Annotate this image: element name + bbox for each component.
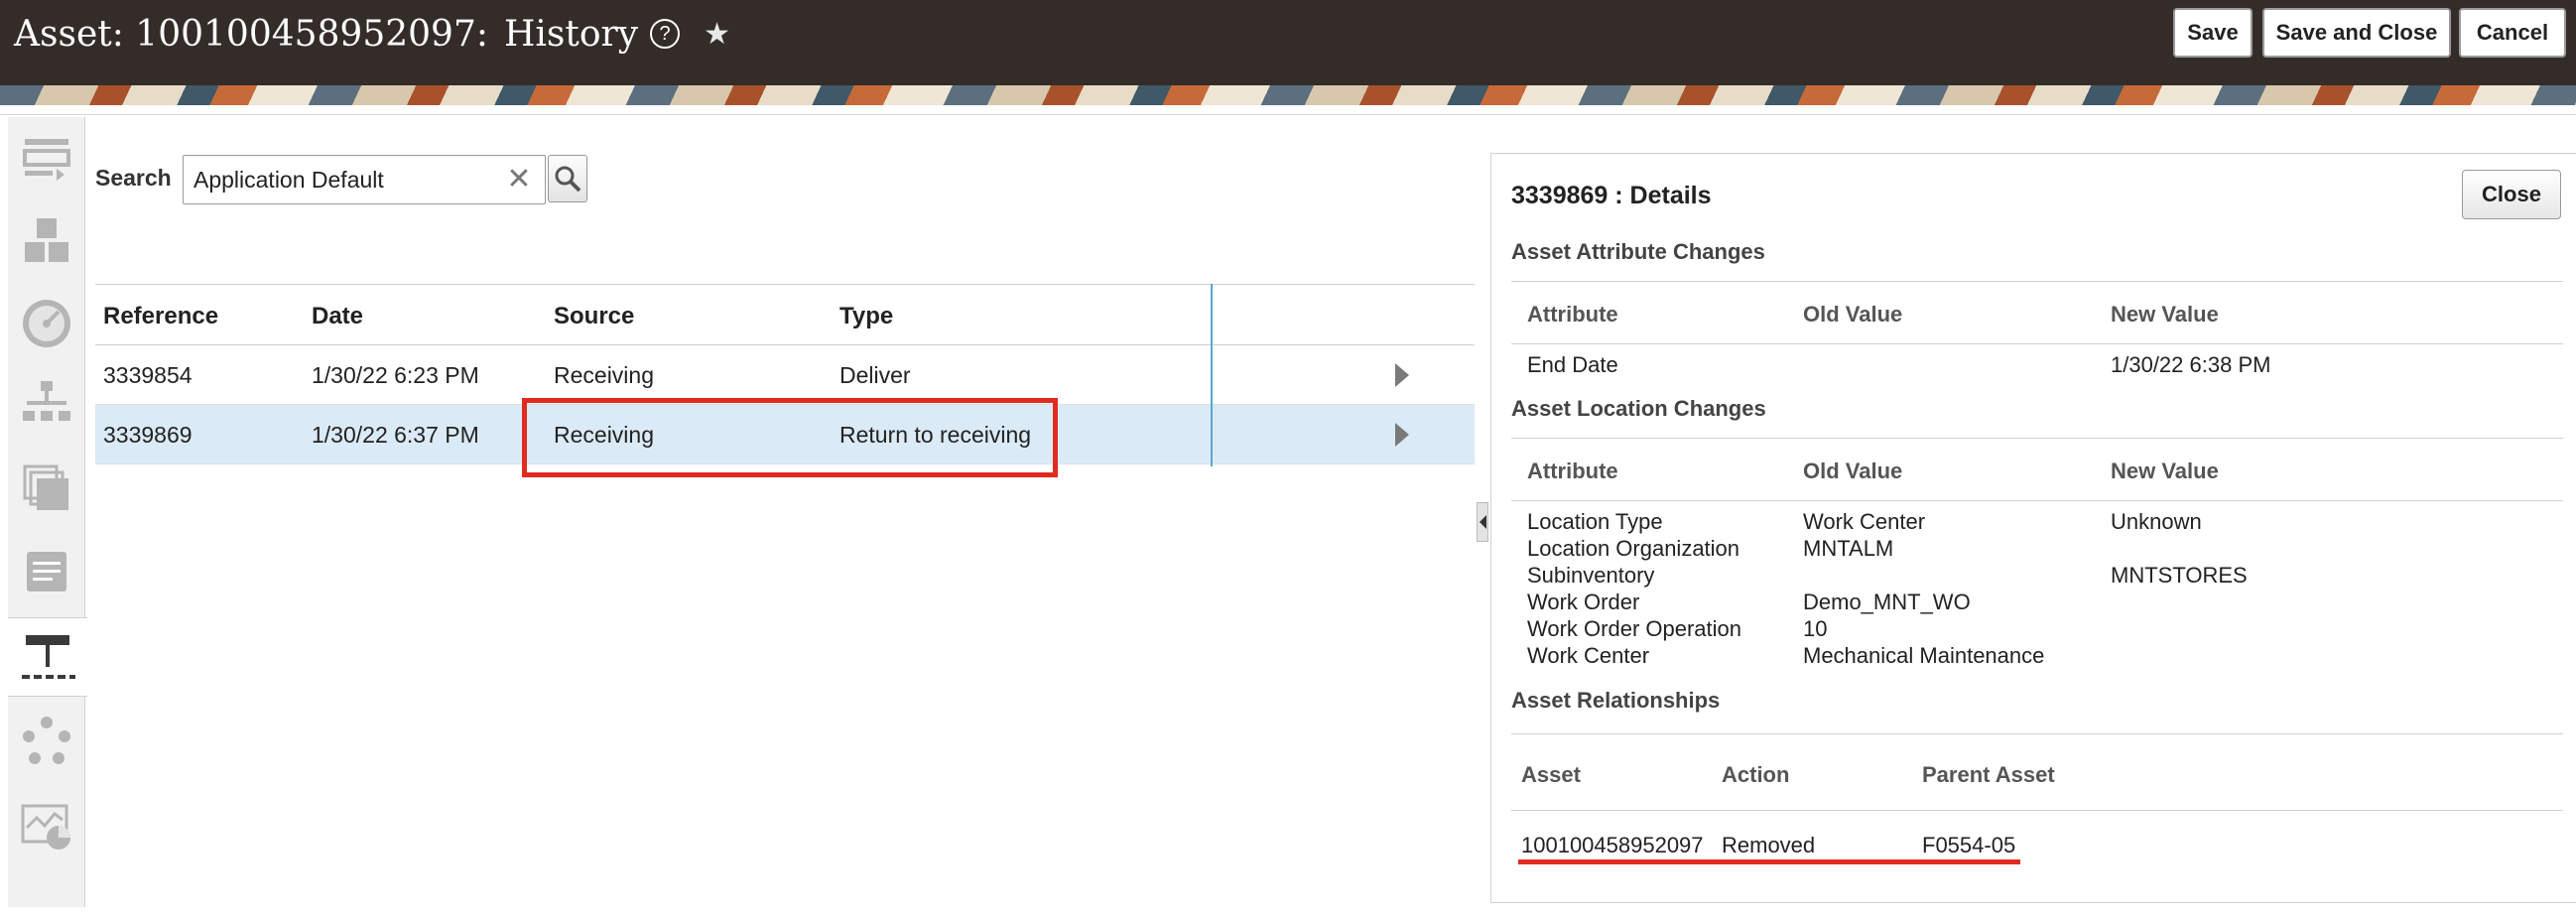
save-and-close-button[interactable]: Save and Close: [2262, 8, 2451, 58]
cell-date: 1/30/22 6:37 PM: [312, 422, 479, 448]
attribute-changes-title: Asset Attribute Changes: [1511, 239, 1765, 264]
cell-reference: 3339869: [103, 422, 193, 448]
location-changes-header: Attribute Old Value New Value: [1511, 438, 2563, 501]
location-old-value: Mechanical Maintenance: [1803, 643, 2045, 668]
location-attribute: Work Center: [1527, 643, 1650, 668]
column-header-attribute: Attribute: [1527, 302, 1618, 327]
relationship-asset: 100100458952097: [1521, 833, 1704, 857]
cell-date: 1/30/22 6:23 PM: [312, 362, 479, 388]
column-header-new-value: New Value: [2111, 302, 2219, 327]
location-old-value: MNTALM: [1803, 536, 1894, 561]
map-chart-icon: [21, 804, 70, 850]
history-tree-icon: [22, 635, 75, 679]
column-header-old-value: Old Value: [1803, 302, 1903, 327]
side-icon-rail: [8, 117, 87, 907]
rail-item-document[interactable]: [8, 532, 85, 611]
highlight-annotation-underline: [1518, 859, 2020, 864]
column-header-source[interactable]: Source: [554, 303, 634, 330]
rail-item-blocks[interactable]: [8, 200, 85, 280]
decorative-banner: [0, 85, 2576, 105]
location-attribute: Work Order: [1527, 590, 1640, 614]
rail-item-cycle[interactable]: [8, 703, 85, 782]
hierarchy-icon: [23, 381, 70, 421]
location-changes-title: Asset Location Changes: [1511, 396, 1766, 421]
cell-reference: 3339854: [103, 362, 193, 388]
search-icon: [555, 166, 581, 193]
rail-item-history[interactable]: [8, 617, 87, 697]
attribute-name: End Date: [1527, 352, 1618, 377]
rail-item-hierarchy[interactable]: [8, 365, 85, 445]
column-header-type[interactable]: Type: [839, 303, 893, 330]
details-title: 3339869 : Details: [1511, 182, 1712, 209]
panel-splitter[interactable]: [1477, 502, 1488, 542]
page-title-asset: Asset: 100100458952097:: [14, 13, 488, 55]
location-old-value: 10: [1803, 616, 1828, 641]
app-header: Asset: 100100458952097: History ? ★ Save…: [0, 0, 2576, 85]
clear-icon[interactable]: ✕: [503, 164, 535, 196]
page-title-section: History: [503, 13, 639, 55]
column-header-attribute: Attribute: [1527, 459, 1618, 483]
column-divider: [1211, 284, 1213, 466]
relationship-action: Removed: [1722, 833, 1816, 857]
relationship-parent-asset: F0554-05: [1922, 833, 2016, 857]
table-header: Reference Date Source Type: [95, 284, 1475, 345]
search-input[interactable]: [193, 164, 491, 196]
relationships-header: Asset Action Parent Asset: [1511, 733, 2563, 811]
highlight-annotation-box: [522, 398, 1058, 477]
rail-item-form[interactable]: [8, 117, 85, 197]
location-attribute: Location Type: [1527, 509, 1663, 534]
table-row[interactable]: 3339854 1/30/22 6:23 PM Receiving Delive…: [95, 345, 1475, 405]
rail-item-map-chart[interactable]: [8, 786, 85, 865]
location-new-value: Unknown: [2111, 509, 2202, 534]
column-header-old-value: Old Value: [1803, 459, 1903, 483]
rail-item-copy[interactable]: [8, 449, 85, 528]
location-old-value: Work Center: [1803, 509, 1926, 534]
blocks-icon: [25, 218, 68, 262]
row-expand-arrow-icon[interactable]: [1395, 423, 1409, 447]
form-icon: [23, 139, 70, 181]
attribute-changes-header: Attribute Old Value New Value: [1511, 281, 2563, 344]
column-header-reference[interactable]: Reference: [103, 303, 218, 330]
location-attribute: Subinventory: [1527, 563, 1655, 588]
location-attribute: Location Organization: [1527, 536, 1740, 561]
save-button[interactable]: Save: [2173, 8, 2253, 58]
attribute-new-value: 1/30/22 6:38 PM: [2111, 352, 2271, 377]
banner-divider: [0, 105, 2576, 115]
location-old-value: Demo_MNT_WO: [1803, 590, 1971, 614]
column-header-date[interactable]: Date: [312, 303, 363, 330]
column-header-new-value: New Value: [2111, 459, 2219, 483]
location-new-value: MNTSTORES: [2111, 563, 2248, 588]
copy-icon: [23, 464, 68, 510]
cancel-button[interactable]: Cancel: [2459, 8, 2566, 58]
location-attribute: Work Order Operation: [1527, 616, 1742, 641]
details-panel: 3339869 : Details Close Asset Attribute …: [1490, 153, 2576, 903]
favorite-star-icon[interactable]: ★: [704, 17, 730, 52]
column-header-asset: Asset: [1521, 762, 1581, 787]
row-expand-arrow-icon[interactable]: [1395, 363, 1409, 387]
column-header-action: Action: [1722, 762, 1790, 787]
relationships-title: Asset Relationships: [1511, 688, 1721, 713]
page-title: Asset: 100100458952097: History ? ★: [14, 4, 730, 64]
help-icon[interactable]: ?: [650, 19, 681, 49]
collapse-arrow-icon: [1480, 515, 1486, 529]
search-field: ✕: [183, 155, 546, 204]
cell-type: Deliver: [839, 362, 911, 388]
column-header-parent-asset: Parent Asset: [1922, 762, 2055, 787]
cycle-icon: [23, 717, 70, 764]
rail-item-gauge[interactable]: [8, 282, 85, 361]
search-label: Search: [95, 165, 172, 191]
close-button[interactable]: Close: [2462, 170, 2561, 219]
cell-source: Receiving: [554, 362, 654, 388]
search-button[interactable]: [548, 155, 587, 202]
gauge-icon: [23, 300, 70, 347]
document-icon: [27, 552, 66, 591]
